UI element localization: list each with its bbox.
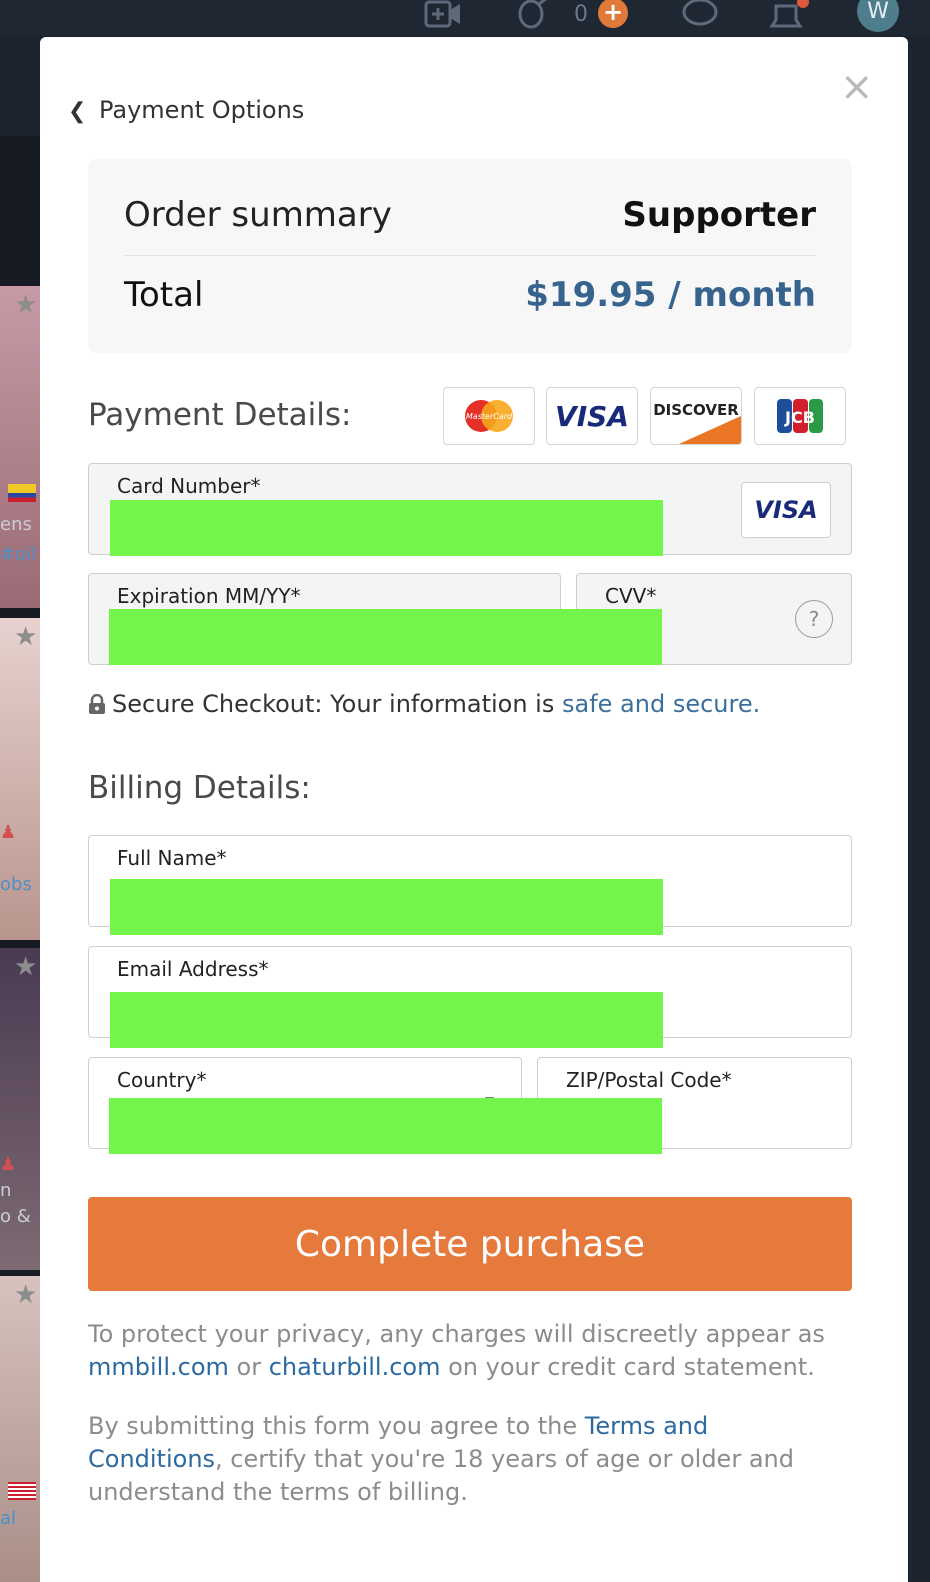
detected-card-visa-icon: VISA [741,482,831,538]
expiration-cvv-input[interactable] [109,609,662,665]
card-number-field[interactable]: Card Number* VISA [88,463,852,556]
flag-icon [8,1482,36,1500]
discover-logo: DISCOVER [650,387,742,445]
user-icon: ♟ [0,822,17,843]
room-tag: #oil [0,544,37,565]
star-icon: ★ [14,290,38,320]
room-subject: o & [0,1206,31,1227]
room-subject: ens [0,514,32,535]
total-value: $19.95 / month [525,275,816,315]
order-summary-label: Order summary [124,195,392,235]
mmbill-link[interactable]: mmbill.com [88,1353,229,1381]
user-icon: ♟ [0,1154,17,1175]
payment-modal: ❮ Payment Options × Order summary Suppor… [40,37,908,1582]
notification-dot [797,0,809,8]
billing-details-heading: Billing Details: [88,770,311,806]
expiration-label: Expiration MM/YY* [117,584,301,608]
card-number-label: Card Number* [117,474,261,498]
full-name-field[interactable]: Full Name* [88,835,852,935]
chat-icon[interactable] [680,0,720,35]
secure-checkout-note: Secure Checkout: Your information is saf… [88,690,760,720]
jcb-logo: JCB [754,387,846,445]
token-count: 0 [574,2,588,27]
room-subject: al [0,1508,17,1529]
buy-tokens-button[interactable]: + [598,0,628,28]
avatar[interactable]: W [857,0,899,32]
back-link-payment-options[interactable]: Payment Options [99,96,304,124]
complete-purchase-button[interactable]: Complete purchase [88,1197,852,1291]
payment-details-heading: Payment Details: [88,397,352,433]
room-subject: n [0,1180,12,1201]
privacy-note-end: on your credit card statement. [448,1353,815,1381]
country-zip-input[interactable] [109,1098,662,1154]
terms-note: By submitting this form you agree to the… [88,1410,848,1509]
top-bar: 0 + W [0,0,930,36]
star-icon: ★ [14,622,38,652]
secure-checkout-label: Secure Checkout: [112,690,323,718]
cvv-help-icon[interactable]: ? [795,600,833,638]
full-name-label: Full Name* [117,846,227,870]
mastercard-text: MasterCard [466,412,513,421]
privacy-note-or: or [236,1353,262,1381]
tokens-icon[interactable] [515,0,551,35]
star-icon: ★ [14,952,38,982]
email-label: Email Address* [117,957,269,981]
terms-note-text: By submitting this form you agree to the [88,1412,578,1440]
country-label: Country* [117,1068,207,1092]
total-label: Total [124,275,204,315]
divider [124,255,816,256]
chaturbill-link[interactable]: chaturbill.com [269,1353,441,1381]
email-field[interactable]: Email Address* [88,946,852,1048]
full-name-input[interactable] [110,879,663,935]
room-subject: obs [0,874,32,895]
room-thumbnail: ★ [0,1276,40,1582]
jcb-text: JCB [784,408,815,427]
visa-logo: VISA [546,387,638,445]
card-number-input[interactable] [110,500,663,556]
zip-label: ZIP/Postal Code* [566,1068,732,1092]
back-chevron-icon[interactable]: ❮ [68,99,86,124]
star-icon: ★ [14,1280,38,1310]
safe-and-secure-link[interactable]: safe and secure. [562,690,760,718]
plan-name: Supporter [622,195,816,235]
visa-text: VISA [555,399,629,433]
privacy-note: To protect your privacy, any charges wil… [88,1318,848,1384]
order-summary: Order summary Supporter Total $19.95 / m… [88,159,852,353]
flag-icon [8,484,36,502]
privacy-note-text: To protect your privacy, any charges wil… [88,1320,825,1348]
close-icon[interactable]: × [840,67,874,107]
detected-card-text: VISA [754,496,818,524]
secure-checkout-text: Your information is [330,690,555,718]
broadcast-icon[interactable] [424,0,462,35]
email-input[interactable] [110,992,663,1048]
cvv-label: CVV* [605,584,657,608]
background-room-list: ★ ens #oil ★ ♟ obs ★ ♟ n o & ★ al [0,136,40,1582]
lock-icon [88,692,106,720]
mastercard-logo: MasterCard [443,387,535,445]
